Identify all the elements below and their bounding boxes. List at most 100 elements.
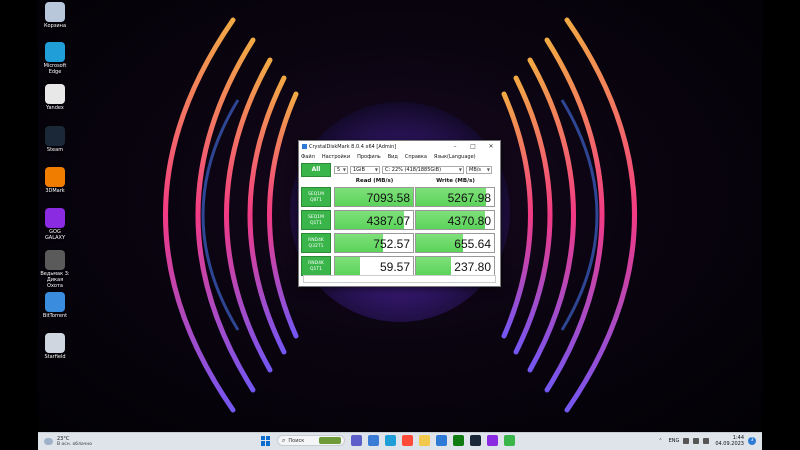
crystaldiskmark-icon[interactable] (504, 435, 515, 446)
desktop-icon[interactable]: Ведьмак 3: Дикая Охота (40, 250, 70, 289)
menu-profile[interactable]: Профиль (357, 154, 381, 160)
3dmark-icon (45, 167, 65, 187)
notification-badge[interactable]: 3 (748, 437, 756, 445)
clock[interactable]: 1:44 04.09.2023 (715, 435, 744, 447)
desktop-icon[interactable]: Starfield (40, 333, 70, 360)
crystaldiskmark-window[interactable]: CrystalDiskMark 8.0.4 x64 [Admin] – □ ✕ … (298, 140, 501, 287)
read-value: 752.57 (373, 237, 410, 251)
desktop-icon-label: 3DMark (45, 188, 65, 194)
count-select[interactable]: 5 ▼ (334, 165, 348, 174)
taskbar: 23°C В осн. облачно ⌕ Поиск ⌃ ENG 1:44 0… (38, 432, 762, 450)
xbox-icon[interactable] (453, 435, 464, 446)
drive-select[interactable]: C: 22% (418/1885GiB) ▼ (382, 165, 464, 174)
chevron-down-icon: ▼ (458, 167, 462, 172)
results-header: Read (MB/s) Write (MB/s) (334, 176, 498, 186)
pinned-apps (348, 435, 518, 446)
crystaldiskmark-icon (302, 144, 307, 149)
edge-icon[interactable] (385, 435, 396, 446)
desktop-icon-label: Ведьмак 3: Дикая Охота (40, 271, 70, 289)
close-button[interactable]: ✕ (482, 141, 500, 152)
search-highlight-icon (319, 437, 341, 444)
read-result: 59.57 (334, 256, 414, 276)
unit-value: MB/s (469, 166, 482, 173)
write-result: 237.80 (415, 256, 495, 276)
menu-bar: Файл Настройки Профиль Вид Справка Язык(… (299, 152, 500, 161)
starfield-icon (45, 333, 65, 353)
chevron-down-icon: ▼ (486, 167, 490, 172)
desktop-icon-label: GOG GALAXY (44, 229, 66, 241)
battery-icon[interactable] (703, 438, 710, 444)
test-button[interactable]: SEQ1M Q1T1 (301, 210, 331, 230)
yandex-browser-icon[interactable] (402, 435, 413, 446)
test-button[interactable]: RND4K Q1T1 (301, 256, 331, 276)
search-icon: ⌕ (282, 436, 286, 444)
test-queue: Q1T1 (309, 267, 323, 272)
read-header: Read (MB/s) (355, 178, 394, 184)
maximize-button[interactable]: □ (464, 141, 482, 152)
menu-help[interactable]: Справка (405, 154, 427, 160)
gog-icon[interactable] (487, 435, 498, 446)
test-row: SEQ1M Q1T1 4387.07 4370.80 (301, 210, 498, 232)
language-indicator[interactable]: ENG (669, 438, 680, 444)
read-value: 59.57 (379, 260, 410, 274)
desktop-icon[interactable]: Yandex (40, 84, 70, 111)
unit-select[interactable]: MB/s ▼ (466, 165, 492, 174)
search-placeholder: Поиск (288, 437, 305, 444)
copilot-icon[interactable] (368, 435, 379, 446)
clock-date: 04.09.2023 (715, 441, 744, 447)
menu-language[interactable]: Язык(Language) (434, 154, 476, 160)
taskbar-center: ⌕ Поиск (261, 435, 518, 446)
weather-condition: В осн. облачно (57, 442, 93, 447)
desktop-icon[interactable]: GOG GALAXY (40, 208, 70, 241)
start-button[interactable] (261, 435, 271, 446)
controls-row: All 5 ▼ 1GiB ▼ C: 22% (418/1885GiB) ▼ MB/s ▼ (301, 162, 498, 177)
write-value: 237.80 (454, 260, 491, 274)
steam-icon (45, 126, 65, 146)
desktop: Корзина Microsoft Edge Yandex Steam 3DMark GO… (38, 0, 762, 432)
chevron-down-icon: ▼ (374, 167, 378, 172)
size-value: 1GiB (353, 166, 365, 173)
system-tray: ⌃ ENG 1:44 04.09.2023 3 (658, 435, 756, 447)
desktop-icon[interactable]: 3DMark (40, 167, 70, 194)
volume-icon[interactable] (693, 438, 700, 444)
chevron-down-icon: ▼ (342, 167, 346, 172)
menu-view[interactable]: Вид (388, 154, 398, 160)
network-icon[interactable] (683, 438, 690, 444)
desktop-icon[interactable]: BitTorrent (40, 292, 70, 319)
screen-border-left (0, 0, 38, 450)
taskbar-search[interactable]: ⌕ Поиск (277, 435, 345, 446)
explorer-icon[interactable] (419, 435, 430, 446)
write-bar (416, 257, 452, 275)
steam-icon[interactable] (470, 435, 481, 446)
yandex-icon (45, 84, 65, 104)
edge-icon (45, 42, 65, 62)
minimize-button[interactable]: – (446, 141, 464, 152)
size-select[interactable]: 1GiB ▼ (350, 165, 380, 174)
title-bar[interactable]: CrystalDiskMark 8.0.4 x64 [Admin] – □ ✕ (299, 141, 500, 152)
desktop-icon[interactable]: Корзина (40, 2, 70, 29)
write-result: 4370.80 (415, 210, 495, 230)
store-icon[interactable] (436, 435, 447, 446)
desktop-icon[interactable]: Steam (40, 126, 70, 153)
menu-settings[interactable]: Настройки (322, 154, 350, 160)
test-button[interactable]: SEQ1M Q8T1 (301, 187, 331, 207)
screen-border-right (762, 0, 800, 450)
read-result: 7093.58 (334, 187, 414, 207)
all-button[interactable]: All (301, 162, 331, 177)
test-button[interactable]: RND4K Q32T1 (301, 233, 331, 253)
menu-file[interactable]: Файл (301, 154, 315, 160)
write-value: 5267.98 (447, 191, 491, 205)
comment-field[interactable] (303, 275, 496, 283)
read-result: 4387.07 (334, 210, 414, 230)
drive-value: C: 22% (418/1885GiB) (385, 166, 442, 173)
benchmark-panel: All 5 ▼ 1GiB ▼ C: 22% (418/1885GiB) ▼ MB/s ▼… (301, 162, 498, 278)
desktop-icon[interactable]: Microsoft Edge (40, 42, 70, 75)
test-queue: Q1T1 (309, 221, 323, 226)
desktop-icon-label: Starfield (44, 354, 66, 360)
results-table: SEQ1M Q8T1 7093.58 5267.98 SEQ1M Q1T1 4387.07 4… (301, 187, 498, 278)
desktop-icon-label: Корзина (43, 23, 67, 29)
weather-widget[interactable]: 23°C В осн. облачно (44, 436, 114, 447)
tray-chevron-icon[interactable]: ⌃ (658, 438, 662, 444)
chat-icon[interactable] (351, 435, 362, 446)
count-value: 5 (337, 166, 341, 173)
